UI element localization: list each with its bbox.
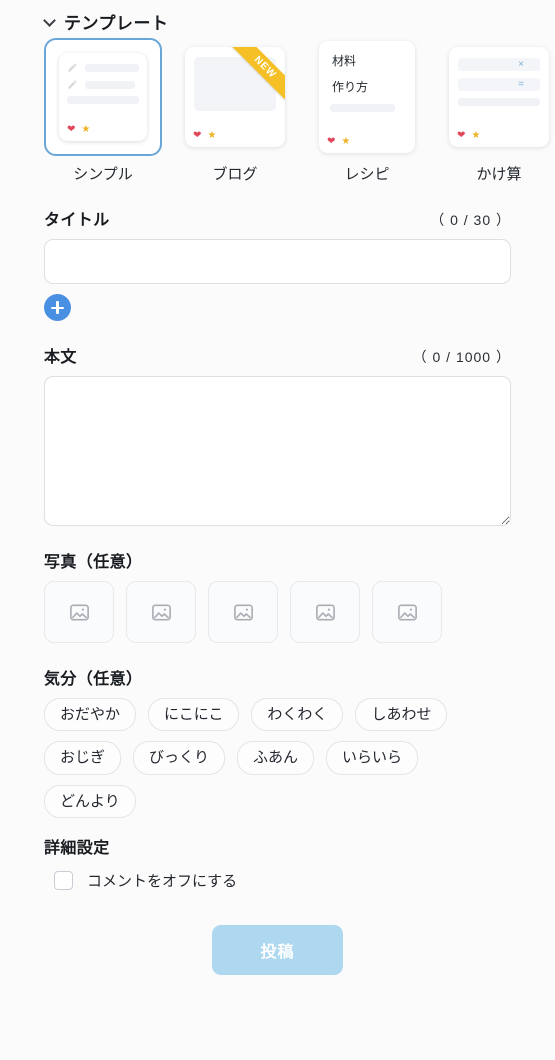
photo-section: 写真（任意） (0, 548, 555, 643)
advanced-settings-label: 詳細設定 (44, 839, 110, 857)
body-field-header: 本文 （ 0 / 1000 ） (44, 343, 511, 367)
photo-slot-row (44, 581, 511, 643)
mood-chip[interactable]: びっくり (133, 741, 226, 775)
mood-chip[interactable]: どんより (44, 784, 136, 818)
template-image-block (194, 57, 276, 111)
mood-chip[interactable]: わくわく (251, 698, 344, 732)
template-item-blog[interactable]: ❤ ★ NEW ブログ (176, 38, 294, 184)
body-textarea[interactable] (44, 376, 511, 526)
mood-chip[interactable]: しあわせ (355, 698, 448, 732)
title-section: タイトル （ 0 / 30 ） (0, 206, 555, 321)
mood-label: 気分（任意） (44, 671, 143, 688)
template-thumb-simple[interactable]: ❤ ★ (44, 38, 162, 156)
star-icon: ★ (81, 124, 91, 135)
image-placeholder-icon (397, 603, 417, 621)
recipe-heading-steps: 作り方 (332, 80, 369, 94)
submit-post-button[interactable]: 投稿 (212, 924, 343, 975)
title-field-header: タイトル （ 0 / 30 ） (44, 206, 511, 230)
template-label-recipe: レシピ (344, 166, 390, 183)
photo-slot[interactable] (126, 581, 196, 643)
math-row-equals: = (458, 78, 540, 91)
template-section-title: テンプレート (64, 13, 169, 33)
post-composer-screen: テンプレート ❤ ★ シンプル ❤ ★ NEW ブログ 材料 作り方 ❤ ★ レ… (0, 0, 555, 1060)
photo-slot[interactable] (44, 581, 114, 643)
photo-slot[interactable] (372, 581, 442, 643)
mood-section: 気分（任意） おだやか にこにこ わくわく しあわせ おじぎ びっくり ふあん … (0, 665, 555, 818)
math-row-multiply: × (458, 58, 540, 71)
mood-chip[interactable]: おだやか (44, 698, 137, 732)
template-item-recipe[interactable]: 材料 作り方 ❤ ★ レシピ (308, 38, 426, 184)
pencil-icon (68, 63, 77, 72)
chevron-down-icon[interactable] (44, 15, 57, 28)
template-label-simple: シンプル (73, 166, 133, 183)
template-reactions: ❤ ★ (457, 131, 480, 141)
mood-chip[interactable]: おじぎ (44, 741, 122, 775)
template-skeleton-row (67, 79, 139, 90)
star-icon: ★ (471, 130, 481, 141)
template-skeleton-row (67, 62, 139, 73)
heart-icon: ❤ (327, 136, 336, 147)
comments-off-checkbox[interactable] (54, 870, 73, 890)
comments-off-label: コメントをオフにする (87, 872, 238, 890)
template-reactions: ❤ ★ (327, 137, 350, 147)
title-counter: （ 0 / 30 ） (430, 212, 511, 228)
template-section-header[interactable]: テンプレート (0, 0, 555, 33)
template-label-math: かけ算 (476, 166, 522, 183)
template-item-simple[interactable]: ❤ ★ シンプル (44, 38, 162, 184)
star-icon: ★ (207, 130, 217, 141)
template-thumb-blog[interactable]: ❤ ★ NEW (176, 38, 294, 156)
heart-icon: ❤ (67, 124, 76, 135)
equals-symbol: = (518, 79, 524, 90)
photo-section-header: 写真（任意） (44, 548, 511, 572)
multiply-symbol: × (518, 59, 524, 70)
title-label: タイトル (44, 212, 110, 229)
body-counter: （ 0 / 1000 ） (412, 349, 511, 365)
photo-slot[interactable] (290, 581, 360, 643)
template-item-math[interactable]: × = ❤ ★ かけ算 (440, 38, 555, 184)
heart-icon: ❤ (193, 130, 202, 141)
title-input[interactable] (44, 239, 511, 284)
image-placeholder-icon (69, 603, 89, 621)
image-placeholder-icon (315, 603, 335, 621)
template-thumb-math[interactable]: × = ❤ ★ (440, 38, 555, 156)
advanced-settings-section: 詳細設定 コメントをオフにする (0, 834, 555, 891)
heart-icon: ❤ (457, 130, 466, 141)
template-label-blog: ブログ (212, 166, 258, 183)
star-icon: ★ (341, 136, 351, 147)
body-label: 本文 (44, 349, 77, 366)
photo-slot[interactable] (208, 581, 278, 643)
submit-row: 投稿 (0, 924, 555, 975)
recipe-heading-ingredients: 材料 (332, 54, 357, 68)
comments-off-row[interactable]: コメントをオフにする (44, 870, 511, 891)
template-carousel[interactable]: ❤ ★ シンプル ❤ ★ NEW ブログ 材料 作り方 ❤ ★ レシピ × = … (0, 32, 555, 184)
add-title-line-button[interactable] (44, 294, 71, 321)
mood-chip[interactable]: ふあん (237, 741, 315, 775)
mood-chip-list: おだやか にこにこ わくわく しあわせ おじぎ びっくり ふあん いらいら どん… (44, 698, 484, 818)
mood-section-header: 気分（任意） (44, 665, 511, 689)
photo-label: 写真（任意） (44, 554, 143, 571)
image-placeholder-icon (151, 603, 171, 621)
template-reactions: ❤ ★ (67, 125, 90, 135)
mood-chip[interactable]: にこにこ (148, 698, 240, 732)
template-reactions: ❤ ★ (193, 131, 216, 141)
pencil-icon (68, 80, 77, 89)
body-section: 本文 （ 0 / 1000 ） (0, 343, 555, 526)
template-thumb-recipe[interactable]: 材料 作り方 ❤ ★ (308, 38, 426, 156)
image-placeholder-icon (233, 603, 253, 621)
mood-chip[interactable]: いらいら (326, 741, 419, 775)
